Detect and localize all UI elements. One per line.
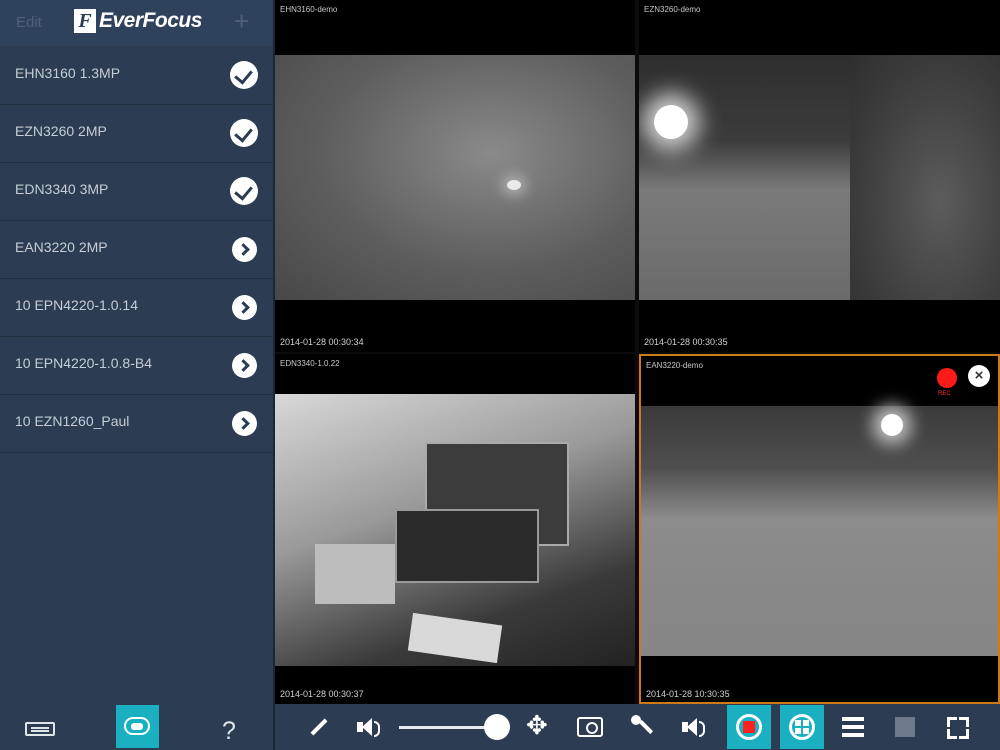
chevron-right-icon[interactable] bbox=[232, 411, 257, 436]
camera-tile[interactable]: EDN3340-1.0.22 2014-01-28 00:30:37 bbox=[275, 354, 635, 704]
edit-button[interactable]: Edit bbox=[16, 14, 42, 31]
record-button[interactable] bbox=[727, 705, 771, 749]
monitor-shape bbox=[395, 509, 539, 583]
device-item[interactable]: 10 EPN4220-1.0.14 bbox=[0, 278, 273, 337]
list-view-icon[interactable] bbox=[842, 717, 864, 737]
record-indicator-icon bbox=[937, 368, 957, 388]
single-view-icon[interactable] bbox=[895, 717, 915, 737]
video-feed[interactable] bbox=[639, 55, 1000, 300]
device-label: 10 EZN1260_Paul bbox=[15, 413, 130, 429]
quad-view-button[interactable] bbox=[780, 705, 824, 749]
camera-name: EZN3260-demo bbox=[644, 5, 701, 14]
device-item[interactable]: EAN3220 2MP bbox=[0, 220, 273, 279]
camera-timestamp: 2014-01-28 00:30:34 bbox=[280, 337, 364, 347]
speaker-icon[interactable] bbox=[680, 714, 706, 740]
device-item[interactable]: 10 EPN4220-1.0.8-B4 bbox=[0, 336, 273, 395]
stop-icon bbox=[743, 721, 755, 733]
ptz-move-icon[interactable] bbox=[523, 711, 551, 741]
camera-tile-selected[interactable]: EAN3220-demo REC × 2014-01-28 10:30:35 bbox=[639, 354, 1000, 704]
bottom-toolbar bbox=[275, 704, 1000, 750]
video-feed[interactable] bbox=[275, 394, 635, 666]
logo-mark-icon: F bbox=[74, 9, 96, 33]
device-item[interactable]: EDN3340 3MP bbox=[0, 162, 273, 221]
chevron-right-icon[interactable] bbox=[232, 295, 257, 320]
snapshot-icon[interactable] bbox=[577, 717, 603, 737]
everfocus-logo: F EverFocus bbox=[74, 9, 202, 33]
camera-timestamp: 2014-01-28 00:30:37 bbox=[280, 689, 364, 699]
camera-timestamp: 2014-01-28 00:30:35 bbox=[644, 337, 728, 347]
street-light bbox=[654, 105, 688, 139]
camera-icon bbox=[124, 717, 150, 735]
key-icon[interactable] bbox=[629, 713, 655, 739]
checkmark-icon[interactable] bbox=[230, 177, 258, 205]
device-label: 10 EPN4220-1.0.14 bbox=[15, 297, 138, 313]
chevron-right-icon[interactable] bbox=[232, 353, 257, 378]
desk-shape bbox=[315, 544, 395, 604]
rec-label: REC bbox=[938, 391, 951, 397]
pen-icon[interactable] bbox=[305, 714, 331, 740]
camera-name: EDN3340-1.0.22 bbox=[280, 359, 340, 368]
device-label: EDN3340 3MP bbox=[15, 181, 109, 197]
camera-tile[interactable]: EHN3160-demo 2014-01-28 00:30:34 bbox=[275, 0, 635, 352]
street-light bbox=[881, 414, 903, 436]
checkmark-icon[interactable] bbox=[230, 119, 258, 147]
device-label: EAN3220 2MP bbox=[15, 239, 108, 255]
fullscreen-icon[interactable] bbox=[947, 717, 969, 739]
add-device-button[interactable]: + bbox=[234, 6, 249, 37]
device-item[interactable]: 10 EZN1260_Paul bbox=[0, 394, 273, 453]
light-glare bbox=[507, 180, 521, 190]
live-view-button[interactable] bbox=[116, 705, 159, 748]
device-label: EZN3260 2MP bbox=[15, 123, 107, 139]
video-feed[interactable] bbox=[275, 55, 635, 300]
camera-name: EHN3160-demo bbox=[280, 5, 338, 14]
device-sidebar: Edit F EverFocus + EHN3160 1.3MP EZN3260… bbox=[0, 0, 273, 750]
device-label: EHN3160 1.3MP bbox=[15, 65, 121, 81]
close-icon[interactable]: × bbox=[968, 365, 990, 387]
camera-name: EAN3220-demo bbox=[646, 361, 703, 370]
camera-timestamp: 2014-01-28 10:30:35 bbox=[646, 689, 730, 699]
device-item[interactable]: EZN3260 2MP bbox=[0, 104, 273, 163]
volume-slider-knob[interactable] bbox=[484, 714, 510, 740]
speaker-icon[interactable] bbox=[355, 714, 381, 740]
video-feed[interactable] bbox=[641, 406, 998, 656]
camera-grid: EHN3160-demo 2014-01-28 00:30:34 EZN3260… bbox=[275, 0, 1000, 704]
device-item[interactable]: EHN3160 1.3MP bbox=[0, 46, 273, 105]
paper-shape bbox=[407, 612, 503, 664]
trees-shape bbox=[850, 55, 1000, 300]
keyboard-icon[interactable] bbox=[25, 722, 55, 736]
logo-text: EverFocus bbox=[99, 9, 202, 32]
help-button[interactable]: ? bbox=[222, 717, 236, 746]
camera-tile[interactable]: EZN3260-demo 2014-01-28 00:30:35 bbox=[639, 0, 1000, 352]
chevron-right-icon[interactable] bbox=[232, 237, 257, 262]
device-label: 10 EPN4220-1.0.8-B4 bbox=[15, 355, 152, 371]
checkmark-icon[interactable] bbox=[230, 61, 258, 89]
sidebar-header: Edit F EverFocus + bbox=[0, 0, 273, 46]
